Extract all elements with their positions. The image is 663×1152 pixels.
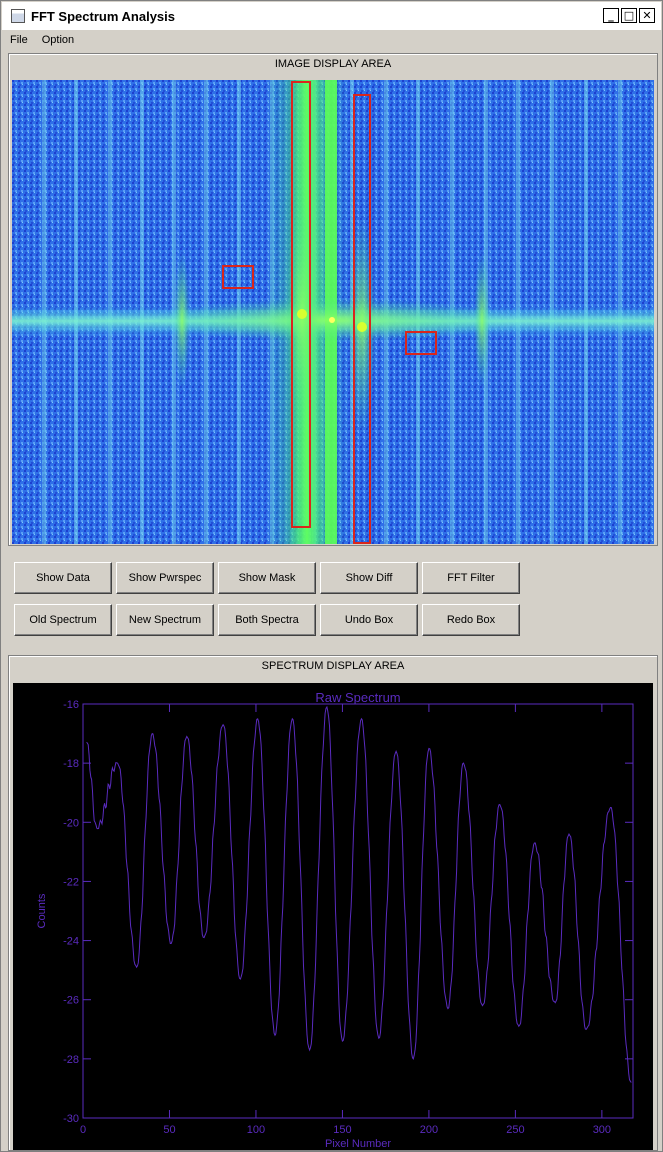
show-diff-button[interactable]: Show Diff — [320, 562, 418, 594]
close-button[interactable]: ✕ — [639, 8, 655, 23]
x-tick-label: 100 — [247, 1124, 265, 1136]
both-spectra-button[interactable]: Both Spectra — [218, 604, 316, 636]
y-tick-label: -20 — [63, 817, 79, 829]
spectrum-panel-title: SPECTRUM DISPLAY AREA — [261, 660, 405, 672]
y-tick-label: -24 — [63, 936, 79, 948]
spectrum-chart: 0 50 100 150 200 250 300 -16 -18 -20 -22 -24 -26 -28 -… — [36, 690, 634, 1150]
x-tick-label: 250 — [506, 1124, 524, 1136]
menu-bar: File Option — [2, 31, 661, 49]
window-title: FFT Spectrum Analysis — [31, 8, 175, 24]
y-axis-label: Counts — [36, 893, 48, 928]
show-pwrspec-button[interactable]: Show Pwrspec — [116, 562, 214, 594]
show-mask-button[interactable]: Show Mask — [218, 562, 316, 594]
redo-box-button[interactable]: Redo Box — [422, 604, 520, 636]
x-tick-label: 0 — [80, 1124, 86, 1136]
y-tick-label: -18 — [63, 758, 79, 770]
menu-file[interactable]: File — [2, 34, 34, 46]
y-tick-label: -26 — [63, 995, 79, 1007]
y-tick-label: -30 — [63, 1113, 79, 1125]
y-tick-label: -22 — [63, 876, 79, 888]
fft-image[interactable] — [12, 80, 654, 544]
maximize-button[interactable]: □ — [621, 8, 637, 23]
show-data-button[interactable]: Show Data — [14, 562, 112, 594]
y-tick-label: -16 — [63, 699, 79, 711]
menu-option[interactable]: Option — [34, 34, 80, 46]
undo-box-button[interactable]: Undo Box — [320, 604, 418, 636]
old-spectrum-button[interactable]: Old Spectrum — [14, 604, 112, 636]
image-display-panel: IMAGE DISPLAY AREA — [8, 53, 658, 546]
image-display-area[interactable] — [12, 80, 654, 544]
spectrum-plot-area[interactable]: 0 50 100 150 200 250 300 -16 -18 -20 -22 -24 -26 -28 -… — [13, 683, 653, 1150]
x-tick-label: 50 — [163, 1124, 175, 1136]
minimize-button[interactable]: _ — [603, 8, 619, 23]
chart-title: Raw Spectrum — [315, 690, 400, 705]
app-icon — [11, 9, 25, 23]
spectrum-series-line — [86, 705, 632, 1083]
new-spectrum-button[interactable]: New Spectrum — [116, 604, 214, 636]
x-tick-label: 150 — [333, 1124, 351, 1136]
x-tick-label: 300 — [593, 1124, 611, 1136]
app-window: FFT Spectrum Analysis _ □ ✕ File Option … — [0, 0, 663, 1152]
fft-filter-button[interactable]: FFT Filter — [422, 562, 520, 594]
x-tick-label: 200 — [420, 1124, 438, 1136]
y-tick-label: -28 — [63, 1054, 79, 1066]
x-axis-label: Pixel Number — [325, 1138, 391, 1150]
image-panel-title: IMAGE DISPLAY AREA — [274, 58, 392, 70]
spectrum-display-panel: SPECTRUM DISPLAY AREA 0 50 100 150 200 250 300… — [8, 655, 658, 1151]
title-bar[interactable]: FFT Spectrum Analysis _ □ ✕ — [2, 2, 661, 30]
